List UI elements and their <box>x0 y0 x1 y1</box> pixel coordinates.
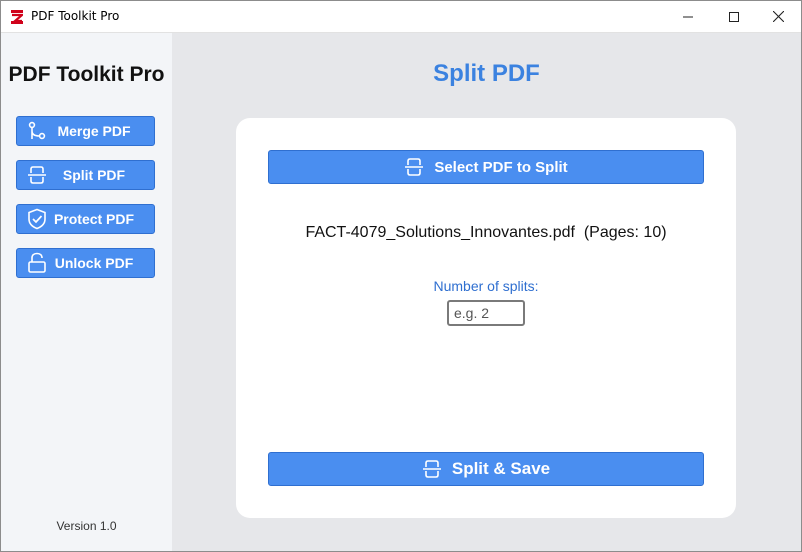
minimize-icon <box>683 16 693 17</box>
page-title: Split PDF <box>433 60 540 87</box>
title-bar: PDF Toolkit Pro <box>1 1 801 33</box>
split-card: Select PDF to Split FACT-4079_Solutions_… <box>236 118 736 518</box>
merge-icon <box>26 120 48 142</box>
maximize-icon <box>729 11 739 22</box>
select-pdf-label: Select PDF to Split <box>434 158 568 176</box>
close-button[interactable] <box>755 1 801 32</box>
splits-label: Number of splits: <box>433 278 539 294</box>
sidebar-item-split[interactable]: Split PDF <box>16 160 155 190</box>
app-logo-icon <box>11 10 23 24</box>
unlock-icon <box>26 252 48 274</box>
sidebar-item-label: Protect PDF <box>53 211 135 227</box>
app-window: PDF Toolkit Pro PDF Toolkit Pro Merge PD… <box>0 0 802 552</box>
shield-icon <box>26 208 48 230</box>
version-label: Version 1.0 <box>56 519 117 533</box>
sidebar-brand: PDF Toolkit Pro <box>8 63 165 86</box>
split-save-label: Split & Save <box>451 459 551 478</box>
sidebar-item-unlock[interactable]: Unlock PDF <box>16 248 155 278</box>
sidebar: PDF Toolkit Pro Merge PDF Split PDF Prot… <box>1 33 172 551</box>
minimize-button[interactable] <box>665 1 711 32</box>
sidebar-item-merge[interactable]: Merge PDF <box>16 116 155 146</box>
sidebar-item-label: Merge PDF <box>57 123 131 139</box>
sidebar-item-protect[interactable]: Protect PDF <box>16 204 155 234</box>
splits-input[interactable] <box>447 300 525 326</box>
split-icon <box>422 459 442 479</box>
select-pdf-button[interactable]: Select PDF to Split <box>268 150 704 184</box>
close-icon <box>772 11 784 22</box>
maximize-button[interactable] <box>711 1 757 32</box>
file-info: FACT-4079_Solutions_Innovantes.pdf (Page… <box>305 224 667 241</box>
sidebar-item-label: Split PDF <box>62 167 126 183</box>
split-icon <box>26 164 48 186</box>
split-save-button[interactable]: Split & Save <box>268 452 704 486</box>
split-icon <box>404 157 424 177</box>
window-title: PDF Toolkit Pro <box>31 9 120 23</box>
sidebar-item-label: Unlock PDF <box>54 255 134 271</box>
